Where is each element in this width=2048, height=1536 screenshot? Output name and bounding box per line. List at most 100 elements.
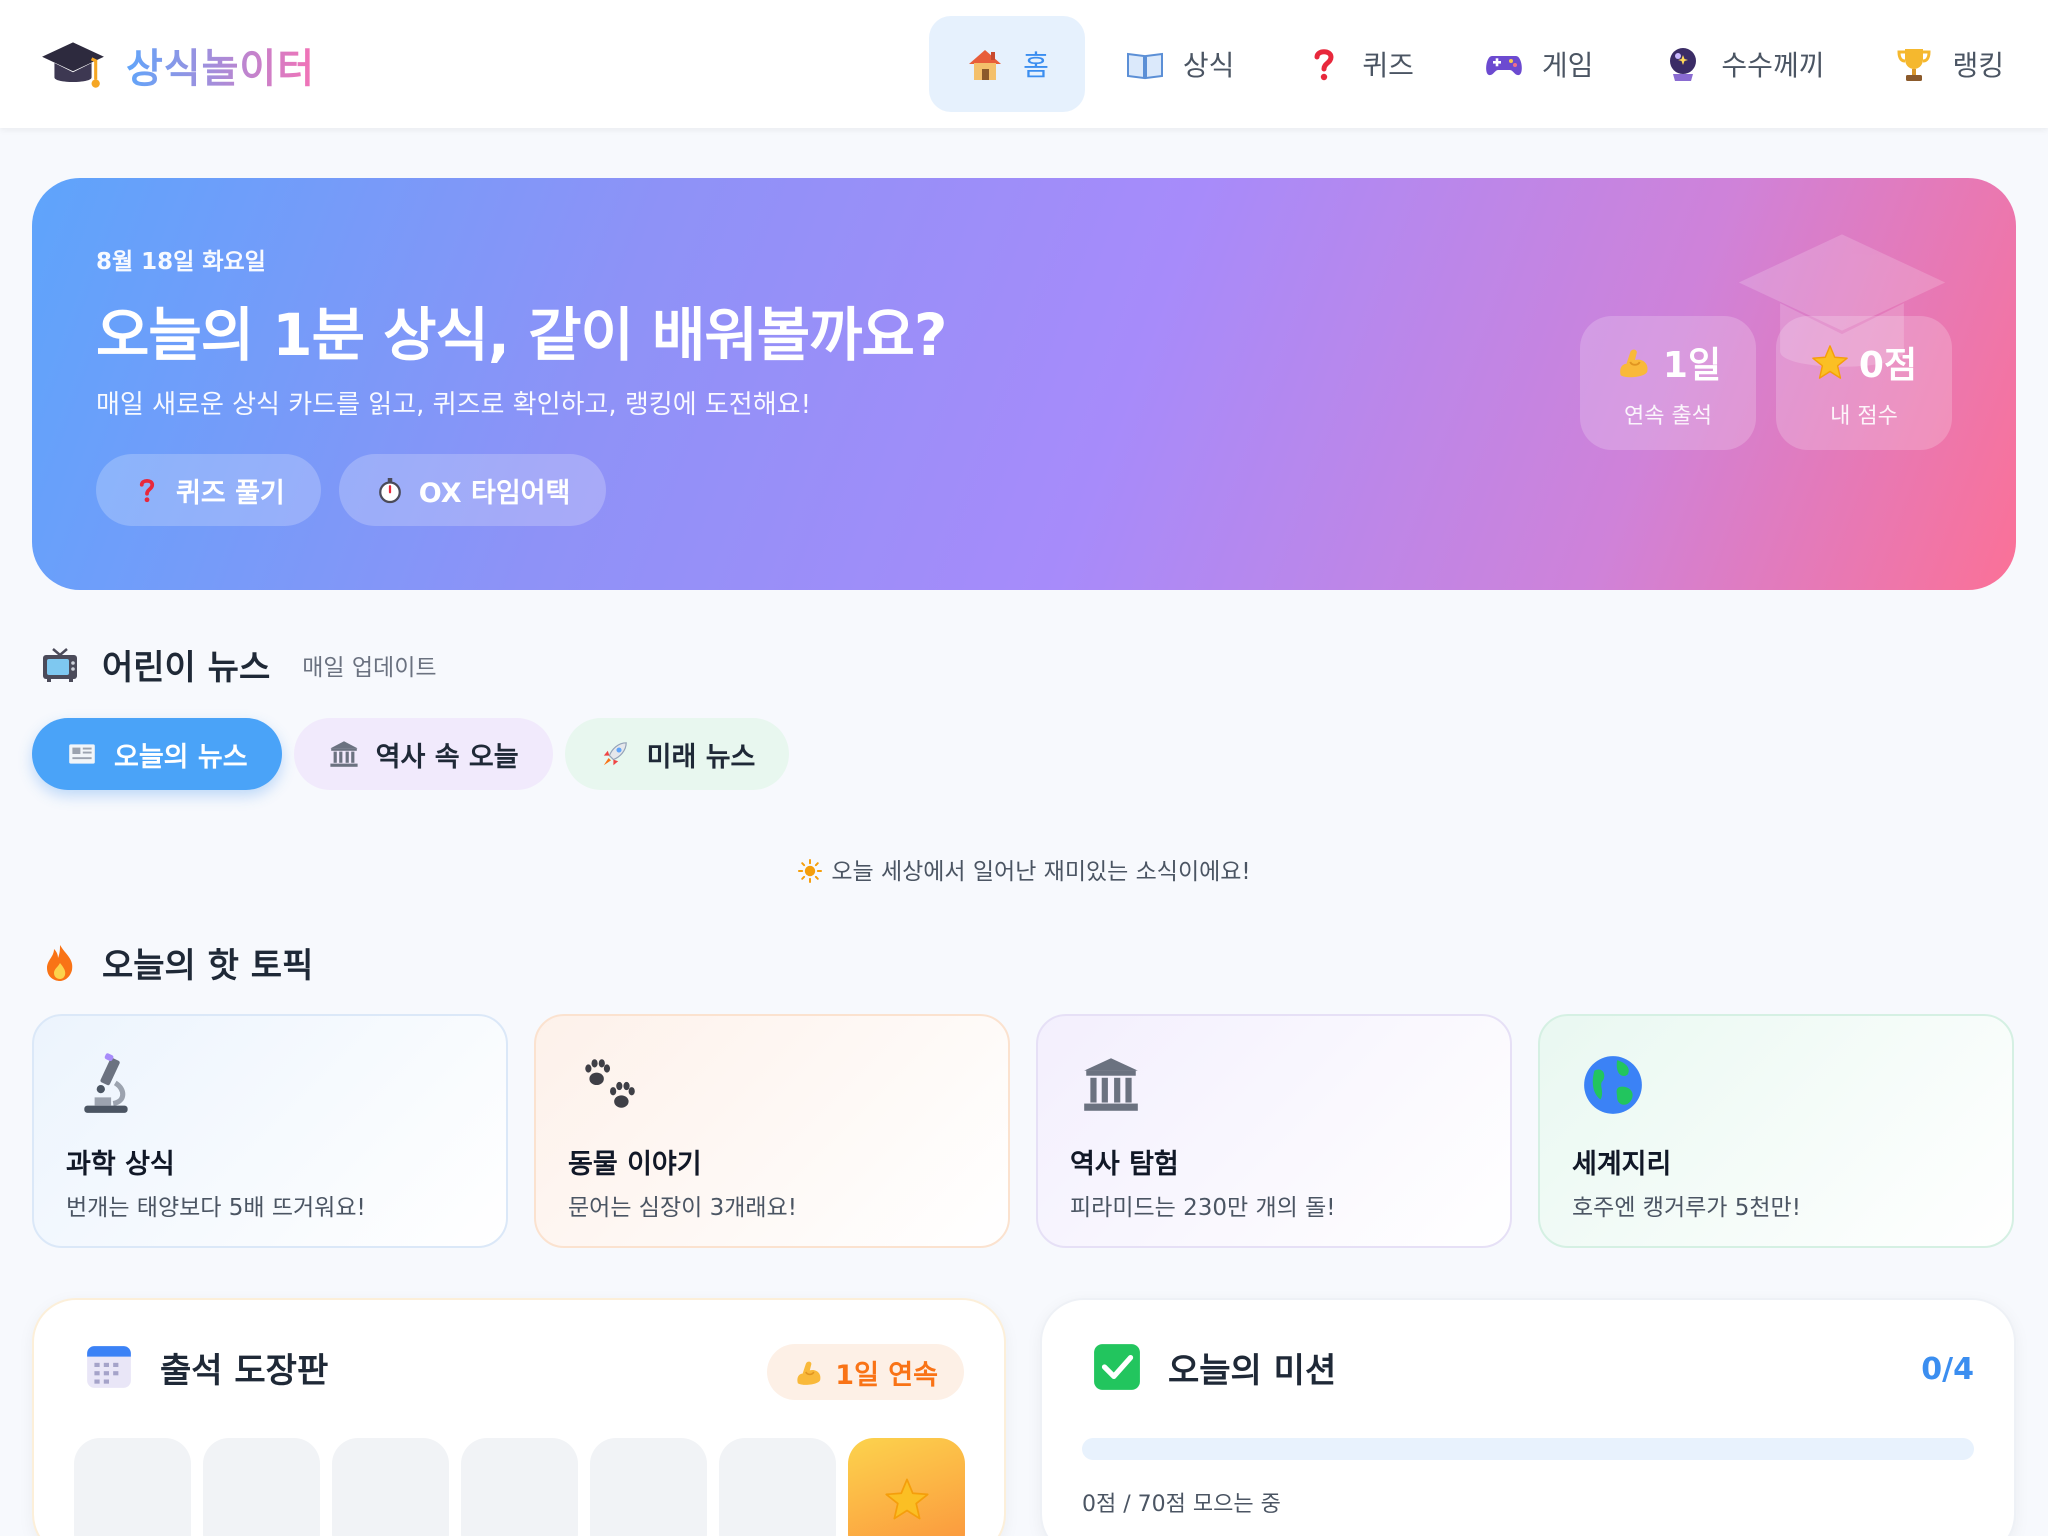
mission-progress-bar [1082,1438,1974,1460]
mission-progress-text: 0점 / 70점 모으는 중 [1082,1492,1281,1517]
nav-item-ranking[interactable]: 랭킹 [1864,16,2034,112]
nav-item-game[interactable]: 게임 [1454,16,1624,112]
flexed-biceps-icon [793,1356,825,1388]
question-mark-icon [132,475,162,505]
nav-item-label: 상식 [1182,49,1235,82]
streak-label: 1일 연속 [835,1359,938,1391]
topic-title: 세계지리 [1572,1149,1672,1180]
attendance-stamps [74,1438,965,1536]
stat-value: 1일 [1662,345,1722,386]
topic-desc: 호주엔 캥거루가 5천만! [1572,1195,1801,1221]
streak-badge: 1일 연속 [767,1344,964,1400]
attendance-title: 출석 도장판 [160,1350,329,1391]
trophy-icon [1894,44,1934,84]
rocket-icon [599,738,631,770]
check-mark-icon [1092,1342,1142,1392]
stamp-day-1[interactable] [74,1438,191,1536]
news-title: 어린이 뉴스 [102,648,271,688]
stamp-day-6[interactable] [719,1438,836,1536]
topic-title: 역사 탐험 [1070,1149,1179,1180]
hero-buttons: 퀴즈 풀기 OX 타임어택 [96,454,607,526]
button-label: OX 타임어택 [418,477,571,509]
main-nav: 홈 상식 퀴즈 게임 수수께끼 랭킹 [929,16,2034,112]
attendance-card: 출석 도장판 1일 연속 [32,1298,1006,1536]
topic-card-history[interactable]: 역사 탐험 피라미드는 230만 개의 돌! [1036,1014,1512,1248]
graduation-cap-icon [40,32,106,98]
tab-label: 오늘의 뉴스 [114,741,248,773]
news-message: 오늘 세상에서 일어난 재미있는 소식이에요! [0,852,2048,886]
news-update-badge: 매일 업데이트 [302,654,437,681]
nav-item-quiz[interactable]: 퀴즈 [1274,16,1444,112]
topics-title: 오늘의 핫 토픽 [102,946,314,986]
hero-stats: 1일 연속 출석 0점 내 점수 [1580,316,1952,450]
hero-banner: 8월 18일 화요일 오늘의 1분 상식, 같이 배워볼까요? 매일 새로운 상… [32,178,2016,590]
nav-item-label: 홈 [1023,49,1049,82]
topics-section-header: 오늘의 핫 토픽 [40,938,313,987]
topics-grid: 과학 상식 번개는 태양보다 5배 뜨거워요! 동물 이야기 문어는 심장이 3… [32,1014,2014,1248]
classical-building-icon [328,738,360,770]
classical-building-icon [1078,1052,1144,1118]
logo-text: 상식놀이터 [126,36,315,94]
top-header: 상식놀이터 홈 상식 퀴즈 게임 수수께끼 랭킹 [0,0,2048,128]
microscope-icon [74,1052,140,1118]
topic-desc: 문어는 심장이 3개래요! [568,1195,797,1221]
paw-prints-icon [576,1052,642,1118]
television-icon [40,645,80,685]
mission-title: 오늘의 미션 [1168,1350,1337,1391]
mission-card: 오늘의 미션 0/4 0점 / 70점 모으는 중 [1040,1298,2016,1536]
topic-card-science[interactable]: 과학 상식 번개는 태양보다 5배 뜨거워요! [32,1014,508,1248]
stat-attendance-streak: 1일 연속 출석 [1580,316,1756,450]
nav-item-label: 게임 [1541,49,1594,82]
star-icon [1811,343,1849,381]
fire-icon [40,943,80,983]
house-icon [965,44,1005,84]
hero-subtitle: 매일 새로운 상식 카드를 읽고, 퀴즈로 확인하고, 랭킹에 도전해요! [96,390,811,420]
hero-title: 오늘의 1분 상식, 같이 배워볼까요? [96,301,947,369]
open-book-icon [1125,44,1165,84]
globe-icon [1580,1052,1646,1118]
quiz-start-button[interactable]: 퀴즈 풀기 [96,454,321,526]
news-tabs: 오늘의 뉴스 역사 속 오늘 미래 뉴스 [32,718,790,790]
hero-date: 8월 18일 화요일 [96,249,266,275]
news-message-text: 오늘 세상에서 일어난 재미있는 소식이에요! [831,859,1251,885]
nav-item-label: 랭킹 [1952,49,2004,82]
game-controller-icon [1484,44,1524,84]
stamp-day-7-today[interactable] [848,1438,965,1536]
tab-history-today[interactable]: 역사 속 오늘 [293,718,553,790]
stamp-day-2[interactable] [203,1438,320,1536]
nav-item-riddle[interactable]: 수수께끼 [1633,16,1854,112]
button-label: 퀴즈 풀기 [176,477,285,509]
stat-label: 연속 출석 [1624,404,1712,429]
question-mark-icon [1304,44,1344,84]
topic-card-geography[interactable]: 세계지리 호주엔 캥거루가 5천만! [1538,1014,2014,1248]
topic-card-animals[interactable]: 동물 이야기 문어는 심장이 3개래요! [534,1014,1010,1248]
news-section-header: 어린이 뉴스 매일 업데이트 [40,640,437,689]
mission-count: 0/4 [1921,1352,1974,1387]
stat-label: 내 점수 [1830,404,1898,429]
stat-value: 0점 [1858,345,1918,386]
stat-my-score: 0점 내 점수 [1776,316,1952,450]
newspaper-icon [66,738,98,770]
nav-item-knowledge[interactable]: 상식 [1095,16,1265,112]
tab-future-news[interactable]: 미래 뉴스 [564,718,790,790]
nav-item-label: 수수께끼 [1721,49,1825,82]
topic-title: 과학 상식 [66,1149,175,1180]
nav-item-label: 퀴즈 [1362,49,1414,82]
crystal-ball-icon [1663,44,1703,84]
calendar-icon [84,1342,134,1392]
topic-desc: 피라미드는 230만 개의 돌! [1070,1195,1336,1221]
nav-item-home[interactable]: 홈 [929,16,1085,112]
stopwatch-icon [375,475,405,505]
ox-timeattack-button[interactable]: OX 타임어택 [338,454,607,526]
stamp-day-4[interactable] [461,1438,578,1536]
tab-today-news[interactable]: 오늘의 뉴스 [32,718,282,790]
star-icon [884,1476,930,1522]
flexed-biceps-icon [1615,343,1653,381]
tab-label: 역사 속 오늘 [375,741,519,773]
stamp-day-5[interactable] [590,1438,707,1536]
logo[interactable]: 상식놀이터 [40,32,315,98]
tab-label: 미래 뉴스 [646,741,756,773]
sun-icon [797,858,823,884]
stamp-day-3[interactable] [332,1438,449,1536]
topic-title: 동물 이야기 [568,1149,702,1180]
